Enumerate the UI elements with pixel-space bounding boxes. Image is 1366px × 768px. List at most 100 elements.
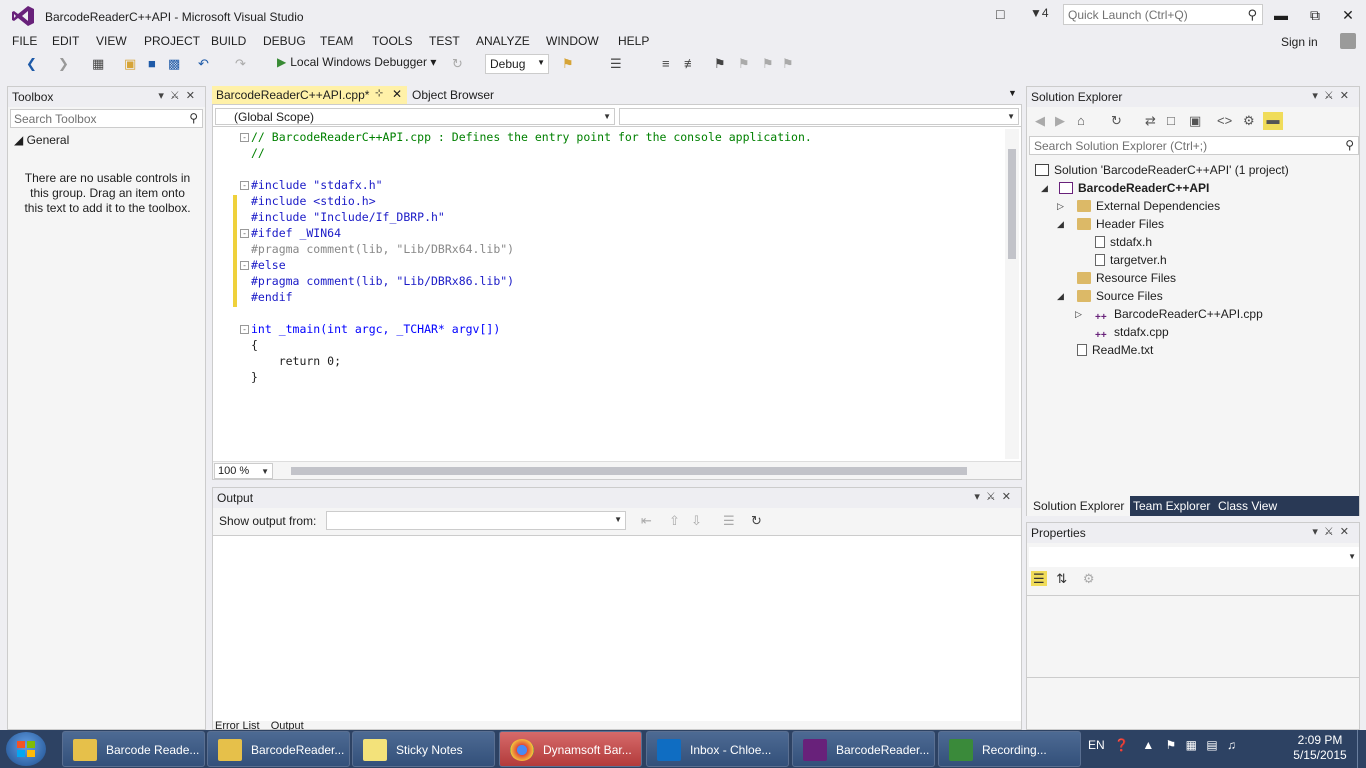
next-bookmark-icon[interactable]: ⚑ bbox=[762, 56, 774, 72]
open-file-icon[interactable]: ▣ bbox=[124, 56, 136, 72]
notifications-icon[interactable]: □ bbox=[996, 6, 1004, 22]
clear-all-icon[interactable]: ☰ bbox=[723, 513, 735, 529]
close-button[interactable]: ✕ bbox=[1333, 4, 1363, 26]
collapse-icon[interactable]: - bbox=[240, 181, 249, 190]
menu-analyze[interactable]: ANALYZE bbox=[476, 34, 530, 48]
word-wrap-icon[interactable]: ↻ bbox=[751, 513, 762, 529]
tab-class-view[interactable]: Class View bbox=[1218, 499, 1277, 513]
save-icon[interactable]: ■ bbox=[148, 56, 156, 71]
outdent-icon[interactable]: ≢ bbox=[684, 56, 697, 71]
toggle-comment-icon[interactable]: ☰ bbox=[610, 56, 622, 72]
attach-icon[interactable]: ↻ bbox=[452, 56, 463, 72]
taskbar-item[interactable]: BarcodeReader... bbox=[792, 731, 935, 767]
volume-icon[interactable]: ♫ bbox=[1227, 738, 1236, 752]
collapse-icon[interactable]: - bbox=[240, 325, 249, 334]
vertical-scrollbar[interactable] bbox=[1005, 129, 1019, 459]
show-hidden-icons[interactable]: ▲ bbox=[1142, 738, 1154, 752]
taskbar-item[interactable]: Inbox - Chloe... bbox=[646, 731, 789, 767]
show-all-files-icon[interactable]: ▣ bbox=[1189, 113, 1201, 129]
alphabetical-icon[interactable]: ⇅ bbox=[1056, 571, 1067, 586]
home-icon[interactable]: ⌂ bbox=[1077, 113, 1085, 128]
panel-controls[interactable]: ▾⚔✕ bbox=[1312, 525, 1355, 538]
menu-team[interactable]: TEAM bbox=[320, 34, 353, 48]
menu-view[interactable]: VIEW bbox=[96, 34, 127, 48]
tab-barcodereader-cpp[interactable]: BarcodeReaderC++API.cpp* ⊹ ✕ bbox=[212, 86, 407, 104]
expanded-icon[interactable]: ◢ bbox=[1041, 183, 1048, 194]
tree-item-readme[interactable]: ReadMe.txt bbox=[1077, 341, 1153, 359]
quick-launch-input[interactable]: Quick Launch (Ctrl+Q) ⚲ bbox=[1063, 4, 1263, 25]
minimize-button[interactable]: ▬ bbox=[1266, 4, 1296, 26]
expanded-icon[interactable]: ◢ bbox=[1057, 219, 1064, 230]
property-pages-icon[interactable]: ⚙ bbox=[1083, 571, 1095, 586]
forward-icon[interactable]: ▶ bbox=[1055, 113, 1065, 129]
preview-icon[interactable]: ▬ bbox=[1263, 112, 1283, 130]
clock[interactable]: 2:09 PM 5/15/2015 bbox=[1290, 733, 1350, 763]
start-debugger-button[interactable]: ▶ Local Windows Debugger ▾ bbox=[277, 55, 436, 69]
menu-edit[interactable]: EDIT bbox=[52, 34, 79, 48]
save-all-icon[interactable]: ▩ bbox=[168, 56, 180, 72]
collapsed-icon[interactable]: ▷ bbox=[1075, 309, 1082, 320]
close-icon[interactable]: ✕ bbox=[392, 87, 402, 101]
properties-object-select[interactable]: ▼ bbox=[1029, 547, 1359, 567]
tree-item-resource-files[interactable]: Resource Files bbox=[1077, 269, 1176, 287]
tree-item-project[interactable]: BarcodeReaderC++API bbox=[1059, 179, 1209, 197]
zoom-select[interactable]: 100 % ▼ bbox=[214, 463, 273, 479]
code-editor[interactable]: (Global Scope) ▼ ▼ - - - - - // BarcodeR… bbox=[212, 104, 1022, 480]
solution-explorer-search-input[interactable]: Search Solution Explorer (Ctrl+;) ⚲ bbox=[1029, 136, 1359, 155]
restore-button[interactable]: ⧉ bbox=[1300, 4, 1330, 26]
collapsed-icon[interactable]: ▷ bbox=[1057, 201, 1064, 212]
help-icon[interactable]: ❓ bbox=[1114, 738, 1129, 752]
toolbox-search-input[interactable]: Search Toolbox ⚲ bbox=[10, 109, 203, 128]
indent-icon[interactable]: ≡ bbox=[662, 56, 670, 71]
tree-item-external-dependencies[interactable]: External Dependencies bbox=[1077, 197, 1220, 215]
taskbar-item[interactable]: BarcodeReader... bbox=[207, 731, 350, 767]
scrollbar-thumb[interactable] bbox=[1008, 149, 1016, 259]
prev-bookmark-icon[interactable]: ⚑ bbox=[738, 56, 750, 72]
chevron-down-icon[interactable]: ▼ bbox=[1008, 88, 1017, 98]
tree-item-stdafx-cpp[interactable]: ++ stdafx.cpp bbox=[1095, 323, 1169, 341]
redo-icon[interactable]: ↷ bbox=[235, 56, 246, 72]
properties-icon[interactable]: ⚙ bbox=[1243, 113, 1255, 129]
menu-window[interactable]: WINDOW bbox=[546, 34, 599, 48]
panel-controls[interactable]: ▾⚔✕ bbox=[1312, 89, 1355, 102]
language-indicator[interactable]: EN bbox=[1088, 738, 1105, 752]
collapse-icon[interactable]: - bbox=[240, 229, 249, 238]
output-text-area[interactable] bbox=[213, 535, 1021, 721]
configuration-select[interactable]: Debug ▼ bbox=[485, 54, 549, 74]
menu-file[interactable]: FILE bbox=[12, 34, 37, 48]
collapse-icon[interactable]: - bbox=[240, 133, 249, 142]
device-icon[interactable]: ▦ bbox=[1186, 738, 1197, 752]
menu-tools[interactable]: TOOLS bbox=[372, 34, 412, 48]
bookmark-icon[interactable]: ⚑ bbox=[714, 56, 726, 72]
output-source-select[interactable]: ▼ bbox=[326, 511, 626, 530]
feedback-flag[interactable]: ▼4 bbox=[1030, 6, 1049, 20]
pin-icon[interactable]: ⊹ bbox=[375, 88, 383, 99]
tab-object-browser[interactable]: Object Browser bbox=[408, 86, 546, 104]
sync-icon[interactable]: ↻ bbox=[1111, 113, 1122, 129]
forward-icon[interactable]: ❯ bbox=[58, 56, 69, 72]
tree-item-barcodereader-cpp[interactable]: ++ BarcodeReaderC++API.cpp bbox=[1095, 305, 1263, 323]
next-message-icon[interactable]: ⇩ bbox=[691, 513, 702, 529]
member-dropdown[interactable]: ▼ bbox=[619, 108, 1019, 125]
tab-team-explorer[interactable]: Team Explorer bbox=[1133, 499, 1210, 513]
collapse-all-icon[interactable]: □ bbox=[1167, 113, 1175, 128]
tree-item-stdafx-h[interactable]: stdafx.h bbox=[1095, 233, 1152, 251]
taskbar-item[interactable]: Barcode Reade... bbox=[62, 731, 205, 767]
taskbar-item[interactable]: Dynamsoft Bar... bbox=[499, 731, 642, 767]
properties-grid[interactable] bbox=[1027, 595, 1359, 677]
horizontal-scrollbar-thumb[interactable] bbox=[291, 467, 967, 475]
menu-debug[interactable]: DEBUG bbox=[263, 34, 306, 48]
expanded-icon[interactable]: ◢ bbox=[1057, 291, 1064, 302]
back-icon[interactable]: ◀ bbox=[1035, 113, 1045, 129]
undo-icon[interactable]: ↶ bbox=[198, 56, 209, 72]
menu-help[interactable]: HELP bbox=[618, 34, 649, 48]
categorized-icon[interactable]: ☰ bbox=[1031, 571, 1047, 586]
tree-item-source-files[interactable]: Source Files bbox=[1077, 287, 1163, 305]
tree-item-header-files[interactable]: Header Files bbox=[1077, 215, 1164, 233]
sign-in-link[interactable]: Sign in bbox=[1281, 35, 1318, 49]
menu-build[interactable]: BUILD bbox=[211, 34, 246, 48]
refresh-icon[interactable]: ⇄ bbox=[1145, 113, 1156, 129]
scope-dropdown[interactable]: (Global Scope) ▼ bbox=[215, 108, 615, 125]
tree-item-solution[interactable]: Solution 'BarcodeReaderC++API' (1 projec… bbox=[1035, 161, 1289, 179]
toolbox-group-general[interactable]: ◢ General bbox=[14, 133, 69, 147]
